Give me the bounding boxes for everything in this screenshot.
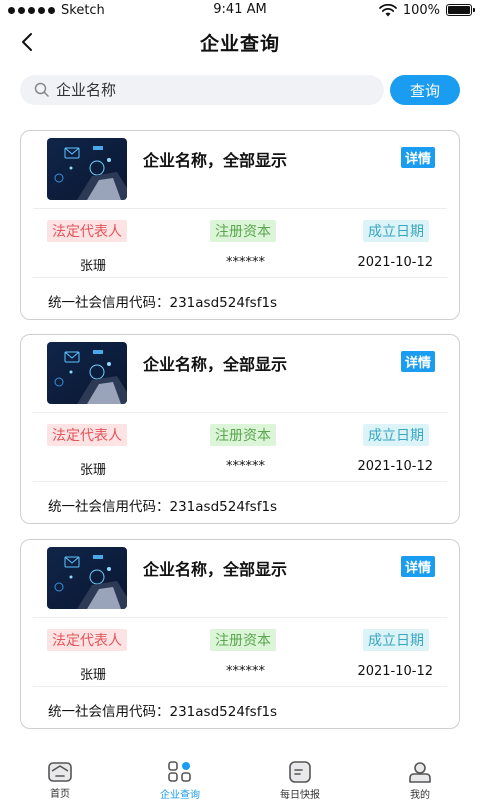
legal-rep-value: 张珊	[80, 668, 107, 683]
divider	[33, 412, 447, 413]
credit-code-label: 统一社会信用代码：	[48, 499, 170, 515]
search-icon	[34, 82, 49, 97]
founded-value: 2021-10-12	[357, 664, 433, 679]
tab-daily-news[interactable]: 每日快报	[240, 752, 360, 800]
wifi-icon	[378, 3, 397, 16]
divider	[33, 686, 447, 687]
founded-value: 2021-10-12	[357, 255, 433, 270]
legal-rep-value: 张珊	[80, 463, 107, 478]
page-title: 企业查询	[199, 33, 280, 55]
company-name: 企业名称，全部显示	[143, 151, 288, 170]
credit-code: 统一社会信用代码：231asd524fsf1s	[48, 291, 277, 311]
search-input[interactable]	[56, 81, 356, 99]
tab-label: 我的	[410, 790, 430, 800]
credit-code-value: 231asd524fsf1s	[169, 295, 278, 311]
search-box[interactable]	[20, 75, 384, 105]
battery-icon	[446, 4, 475, 16]
legal-rep-tag: 法定代表人	[47, 629, 127, 651]
capital-tag: 注册资本	[210, 424, 276, 446]
search-button[interactable]: 查询	[390, 75, 460, 105]
legal-rep-tag: 法定代表人	[47, 220, 127, 242]
divider	[33, 208, 447, 209]
capital-value: ******	[226, 255, 265, 270]
company-name: 企业名称，全部显示	[143, 560, 288, 579]
company-card[interactable]: 企业名称，全部显示 详情 法定代表人 注册资本 成立日期 张珊 ****** 2…	[20, 539, 460, 729]
capital-value: ******	[226, 664, 265, 679]
divider	[33, 277, 447, 278]
founded-tag: 成立日期	[363, 424, 429, 446]
legal-rep-tag: 法定代表人	[47, 424, 127, 446]
battery-percent: 100%	[402, 2, 440, 18]
status-bar: Sketch 9:41 AM 100%	[0, 0, 480, 20]
credit-code-label: 统一社会信用代码：	[48, 295, 170, 311]
tab-home[interactable]: 首页	[0, 752, 120, 800]
tab-label: 每日快报	[280, 790, 320, 800]
company-thumbnail	[47, 342, 127, 404]
company-card[interactable]: 企业名称，全部显示 详情 法定代表人 注册资本 成立日期 张珊 ****** 2…	[20, 130, 460, 320]
credit-code: 统一社会信用代码：231asd524fsf1s	[48, 495, 277, 515]
signal-icon	[8, 6, 55, 14]
company-thumbnail	[47, 547, 127, 609]
credit-code: 统一社会信用代码：231asd524fsf1s	[48, 700, 277, 720]
detail-button[interactable]: 详情	[400, 351, 435, 372]
divider	[33, 617, 447, 618]
user-icon	[407, 761, 433, 783]
tab-label: 企业查询	[160, 790, 200, 800]
company-card[interactable]: 企业名称，全部显示 详情 法定代表人 注册资本 成立日期 张珊 ****** 2…	[20, 334, 460, 524]
capital-tag: 注册资本	[210, 629, 276, 651]
credit-code-label: 统一社会信用代码：	[48, 704, 170, 720]
detail-button[interactable]: 详情	[400, 556, 435, 577]
tab-label: 首页	[50, 789, 70, 800]
nav-bar: 企业查询	[0, 22, 480, 62]
bottom-tab-bar: 首页 企业查询 每日快报 我的	[0, 752, 480, 800]
grid-icon	[167, 761, 193, 783]
news-icon	[287, 761, 313, 783]
credit-code-value: 231asd524fsf1s	[169, 499, 278, 515]
founded-tag: 成立日期	[363, 629, 429, 651]
capital-tag: 注册资本	[210, 220, 276, 242]
tab-mine[interactable]: 我的	[360, 752, 480, 800]
detail-button[interactable]: 详情	[400, 147, 435, 168]
credit-code-value: 231asd524fsf1s	[169, 704, 278, 720]
legal-rep-value: 张珊	[80, 259, 107, 274]
home-icon	[47, 761, 73, 782]
company-name: 企业名称，全部显示	[143, 355, 288, 374]
founded-tag: 成立日期	[363, 220, 429, 242]
company-thumbnail	[47, 138, 127, 200]
tab-company-query[interactable]: 企业查询	[120, 752, 240, 800]
divider	[33, 481, 447, 482]
carrier-label: Sketch	[61, 2, 105, 18]
founded-value: 2021-10-12	[357, 459, 433, 474]
search-row: 查询	[20, 75, 460, 105]
capital-value: ******	[226, 459, 265, 474]
